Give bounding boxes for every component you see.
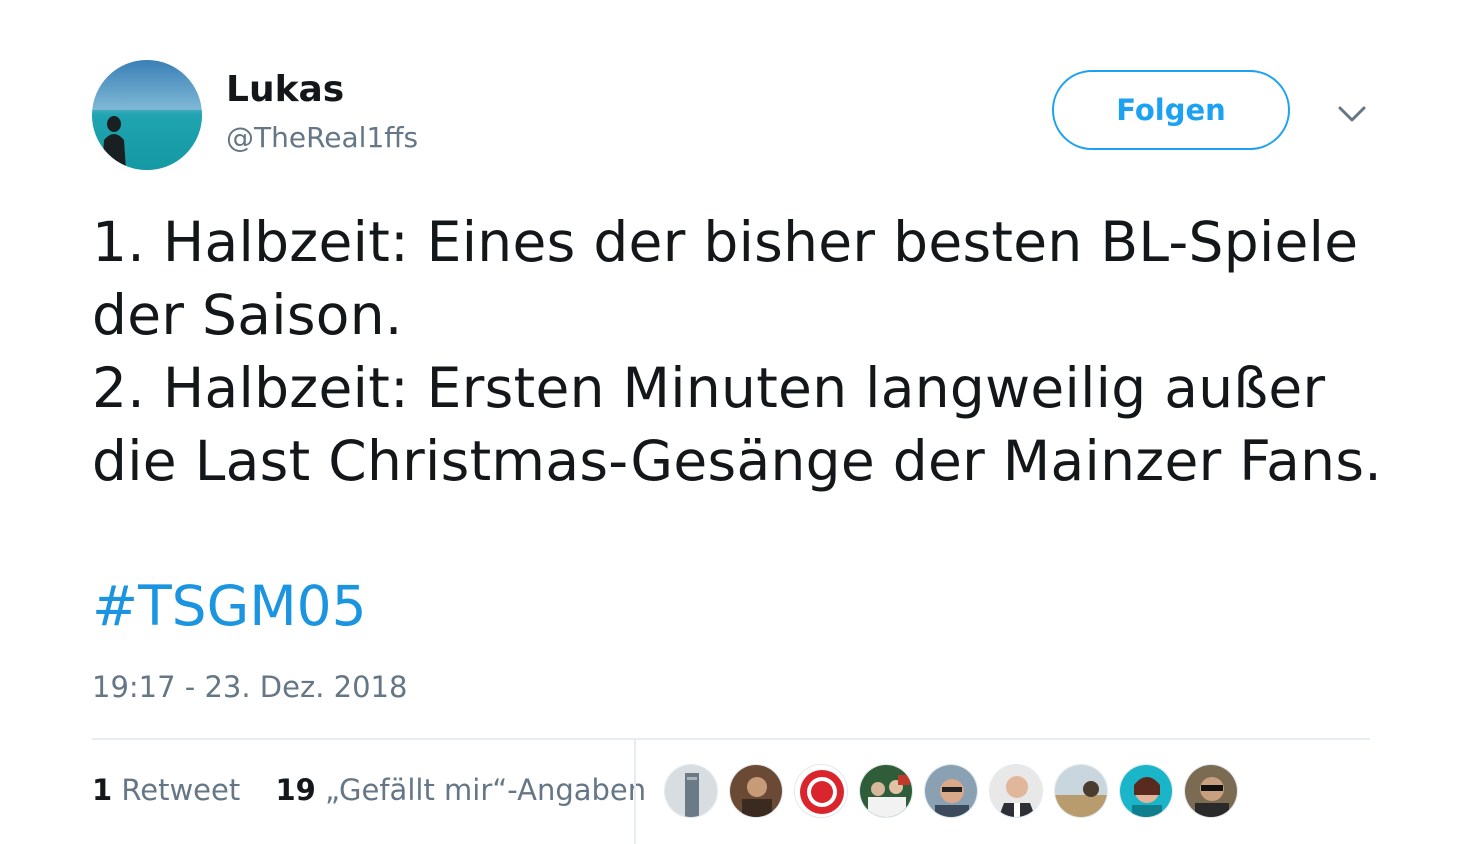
hashtag-link[interactable]: #TSGM05 (92, 570, 367, 643)
display-name[interactable]: Lukas (226, 68, 344, 112)
tweet-text-line: 1. Halbzeit: Eines der bisher besten BL-… (92, 210, 1359, 274)
tweet-text: 1. Halbzeit: Eines der bisher besten BL-… (92, 206, 1412, 498)
tweet-card: Lukas @TheReal1ffs Folgen 1. Halbzeit: E… (0, 0, 1460, 844)
liker-avatar-mainz05-logo[interactable] (794, 764, 848, 818)
likers-list (664, 764, 1249, 820)
tweet-stats: 1 Retweet 19 „Gefällt mir“-Angaben (92, 770, 672, 810)
liker-avatar-group[interactable] (859, 764, 913, 818)
likes-stat[interactable]: 19 „Gefällt mir“-Angaben (275, 773, 646, 807)
user-avatar[interactable] (92, 60, 202, 170)
tweet-timestamp[interactable]: 19:17 - 23. Dez. 2018 (92, 668, 407, 706)
likes-count: 19 (275, 773, 316, 807)
liker-avatar-landscape[interactable] (1054, 764, 1108, 818)
profile-photo-icon (92, 60, 202, 170)
liker-avatar-person-glasses[interactable] (924, 764, 978, 818)
liker-avatar-person[interactable] (729, 764, 783, 818)
follow-button[interactable]: Folgen (1052, 70, 1290, 150)
retweet-count: 1 (92, 773, 113, 807)
retweet-stat[interactable]: 1 Retweet (92, 773, 240, 807)
liker-avatar-woman[interactable] (1119, 764, 1173, 818)
tweet-text-line: die Last Christmas-Gesänge der Mainzer F… (92, 429, 1383, 493)
chevron-down-icon[interactable] (1334, 98, 1370, 130)
divider (92, 738, 1370, 740)
tweet-text-line: der Saison. (92, 283, 403, 347)
liker-avatar-person-sunglasses[interactable] (1184, 764, 1238, 818)
retweet-label: Retweet (121, 773, 241, 807)
liker-avatar-person-suit[interactable] (989, 764, 1043, 818)
likes-label: „Gefällt mir“-Angaben (325, 773, 647, 807)
liker-avatar-building[interactable] (664, 764, 718, 818)
vertical-divider (634, 740, 636, 844)
tweet-text-line: 2. Halbzeit: Ersten Minuten langweilig a… (92, 356, 1326, 420)
user-handle[interactable]: @TheReal1ffs (226, 120, 418, 156)
